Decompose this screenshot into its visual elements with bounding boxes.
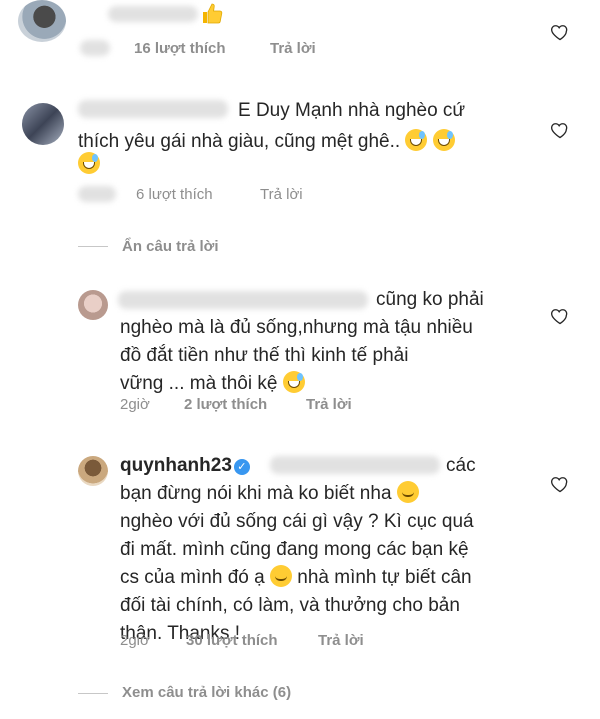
relieved-emoji [396,481,419,503]
avatar[interactable] [22,103,64,145]
reply-text: bạn đừng nói khi mà ko biết nha [120,480,419,508]
likes-count[interactable]: 6 lượt thích [136,186,213,203]
reply-text: vững ... mà thôi kệ [120,370,305,398]
reply-text: đối tài chính, có làm, và thưởng cho bản [120,595,460,616]
comment-text [78,152,100,175]
reply-text: đi mất. mình cũng đang mong các bạn kệ [120,539,469,560]
thumbs-up-emoji [200,2,224,32]
username[interactable]: quynhanh23 [120,455,232,476]
avatar[interactable] [18,0,66,42]
comment-text: thích yêu gái nhà giàu, cũng mệt ghê.. [78,128,455,156]
reply-text: cũng ko phải [376,289,484,310]
username-blurred[interactable] [78,100,228,118]
avatar[interactable] [78,290,108,320]
username-blurred[interactable] [118,291,368,309]
reply-text: cs của mình đó ạ nhà mình tự biết cân [120,565,472,588]
grinning-sweat-emoji [405,129,428,151]
grinning-sweat-emoji [432,129,455,151]
reply-text: nghèo với đủ sống cái gì vậy ? Kì cục qu… [120,511,474,532]
reply-text: nghèo mà là đủ sống,nhưng mà tậu nhiều [120,317,473,338]
heart-icon[interactable] [550,306,570,326]
time-blurred [78,186,116,202]
timestamp: 2giờ [120,632,150,649]
divider-line [78,693,108,694]
heart-icon[interactable] [550,120,570,140]
heart-icon[interactable] [550,474,570,494]
reply-link[interactable]: Trả lời [306,396,352,413]
likes-count[interactable]: 16 lượt thích [134,40,226,57]
comment-text: E Duy Mạnh nhà nghèo cứ [238,100,466,121]
reply-text: các [446,455,476,476]
relieved-emoji [269,565,292,587]
verified-badge-icon: ✓ [233,459,250,475]
rolling-laughing-emoji [282,371,305,393]
heart-icon[interactable] [550,22,570,42]
time-blurred [80,40,110,56]
likes-count[interactable]: 30 lượt thích [186,632,278,649]
reply-link[interactable]: Trả lời [260,186,303,203]
mention-blurred[interactable] [270,456,440,474]
reply-link[interactable]: Trả lời [318,632,364,649]
hide-replies-link[interactable]: Ẩn câu trả lời [122,238,219,255]
likes-count[interactable]: 2 lượt thích [184,396,267,413]
reply-text: đồ đắt tiền như thế thì kinh tế phải [120,345,409,366]
reply-username-line: quynhanh23 ✓ [120,452,250,480]
view-more-replies-link[interactable]: Xem câu trả lời khác (6) [122,684,291,701]
avatar[interactable] [78,456,108,486]
grinning-sweat-emoji [78,152,100,174]
timestamp: 2giờ [120,396,150,413]
reply-link[interactable]: Trả lời [270,40,316,57]
divider-line [78,246,108,247]
username-blurred[interactable] [108,6,198,22]
